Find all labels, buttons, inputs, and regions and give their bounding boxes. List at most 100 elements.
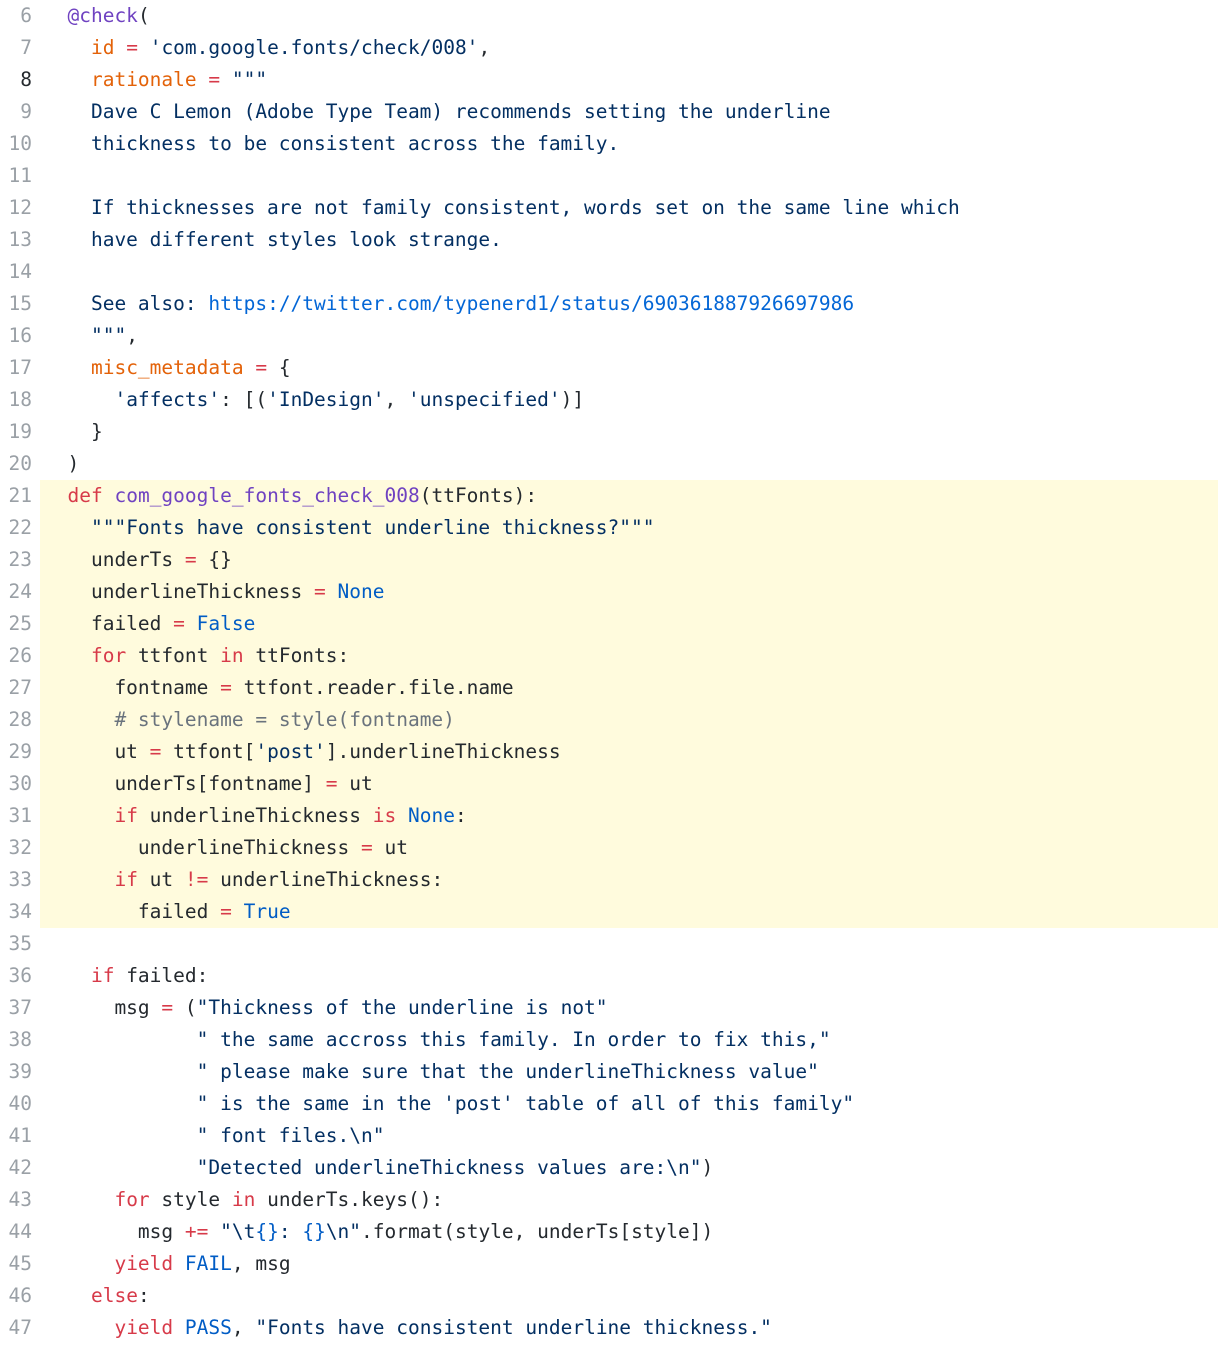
code-line[interactable]: 24 underlineThickness = None	[0, 576, 1218, 608]
code-text[interactable]: fontname = ttfont.reader.file.name	[44, 672, 513, 704]
code-line[interactable]: 34 failed = True	[0, 896, 1218, 928]
line-number[interactable]: 16	[0, 320, 32, 352]
code-text[interactable]: " the same accross this family. In order…	[44, 1024, 831, 1056]
line-number[interactable]: 19	[0, 416, 32, 448]
code-line[interactable]: 30 underTs[fontname] = ut	[0, 768, 1218, 800]
code-text[interactable]: id = 'com.google.fonts/check/008',	[44, 32, 490, 64]
code-line[interactable]: 37 msg = ("Thickness of the underline is…	[0, 992, 1218, 1024]
code-text[interactable]: msg += "\t{}: {}\n".format(style, underT…	[44, 1216, 713, 1248]
code-line[interactable]: 38 " the same accross this family. In or…	[0, 1024, 1218, 1056]
code-line[interactable]: 31 if underlineThickness is None:	[0, 800, 1218, 832]
code-text[interactable]: 'affects': [('InDesign', 'unspecified')]	[44, 384, 584, 416]
code-line[interactable]: 28 # stylename = style(fontname)	[0, 704, 1218, 736]
code-line[interactable]: 45 yield FAIL, msg	[0, 1248, 1218, 1280]
code-text[interactable]: " is the same in the 'post' table of all…	[44, 1088, 854, 1120]
line-number[interactable]: 43	[0, 1184, 32, 1216]
code-text[interactable]: underlineThickness = ut	[44, 832, 408, 864]
line-number[interactable]: 11	[0, 160, 32, 192]
code-line[interactable]: 42 "Detected underlineThickness values a…	[0, 1152, 1218, 1184]
line-number[interactable]: 39	[0, 1056, 32, 1088]
line-number[interactable]: 30	[0, 768, 32, 800]
code-text[interactable]: rationale = """	[44, 64, 267, 96]
line-number[interactable]: 40	[0, 1088, 32, 1120]
code-text[interactable]: have different styles look strange.	[44, 224, 502, 256]
line-number[interactable]: 34	[0, 896, 32, 928]
code-line[interactable]: 40 " is the same in the 'post' table of …	[0, 1088, 1218, 1120]
line-number[interactable]: 31	[0, 800, 32, 832]
code-line[interactable]: 13 have different styles look strange.	[0, 224, 1218, 256]
line-number[interactable]: 38	[0, 1024, 32, 1056]
line-number[interactable]: 29	[0, 736, 32, 768]
code-line[interactable]: 46 else:	[0, 1280, 1218, 1312]
code-line[interactable]: 39 " please make sure that the underline…	[0, 1056, 1218, 1088]
code-line[interactable]: 29 ut = ttfont['post'].underlineThicknes…	[0, 736, 1218, 768]
code-line[interactable]: 15 See also: https://twitter.com/typener…	[0, 288, 1218, 320]
code-line[interactable]: 23 underTs = {}	[0, 544, 1218, 576]
code-text[interactable]: " font files.\n"	[44, 1120, 385, 1152]
code-line[interactable]: 19 }	[0, 416, 1218, 448]
line-number[interactable]: 15	[0, 288, 32, 320]
line-number[interactable]: 27	[0, 672, 32, 704]
line-number[interactable]: 14	[0, 256, 32, 288]
line-number[interactable]: 26	[0, 640, 32, 672]
line-number[interactable]: 24	[0, 576, 32, 608]
code-line[interactable]: 25 failed = False	[0, 608, 1218, 640]
line-number[interactable]: 21	[0, 480, 32, 512]
line-number[interactable]: 7	[0, 32, 32, 64]
code-line[interactable]: 47 yield PASS, "Fonts have consistent un…	[0, 1312, 1218, 1344]
line-number[interactable]: 36	[0, 960, 32, 992]
code-line[interactable]: 8 rationale = """	[0, 64, 1218, 96]
line-number[interactable]: 46	[0, 1280, 32, 1312]
code-text[interactable]: If thicknesses are not family consistent…	[44, 192, 960, 224]
code-line[interactable]: 16 """,	[0, 320, 1218, 352]
code-editor[interactable]: 6 @check(7 id = 'com.google.fonts/check/…	[0, 0, 1218, 1348]
code-text[interactable]: underTs[fontname] = ut	[44, 768, 372, 800]
code-text[interactable]: failed = True	[44, 896, 291, 928]
code-line[interactable]: 17 misc_metadata = {	[0, 352, 1218, 384]
code-text[interactable]: failed = False	[44, 608, 255, 640]
line-number[interactable]: 42	[0, 1152, 32, 1184]
line-number[interactable]: 35	[0, 928, 32, 960]
code-text[interactable]: # stylename = style(fontname)	[44, 704, 454, 736]
line-number[interactable]: 33	[0, 864, 32, 896]
code-text[interactable]: underlineThickness = None	[44, 576, 385, 608]
code-line[interactable]: 21 def com_google_fonts_check_008(ttFont…	[0, 480, 1218, 512]
code-text[interactable]: misc_metadata = {	[44, 352, 291, 384]
code-line[interactable]: 7 id = 'com.google.fonts/check/008',	[0, 32, 1218, 64]
line-number[interactable]: 8	[0, 64, 32, 96]
code-line[interactable]: 27 fontname = ttfont.reader.file.name	[0, 672, 1218, 704]
code-text[interactable]: yield PASS, "Fonts have consistent under…	[44, 1312, 771, 1344]
line-number[interactable]: 32	[0, 832, 32, 864]
code-line[interactable]: 11	[0, 160, 1218, 192]
code-text[interactable]: thickness to be consistent across the fa…	[44, 128, 619, 160]
line-number[interactable]: 18	[0, 384, 32, 416]
code-text[interactable]: @check(	[44, 0, 149, 32]
code-text[interactable]: Dave C Lemon (Adobe Type Team) recommend…	[44, 96, 831, 128]
code-line[interactable]: 33 if ut != underlineThickness:	[0, 864, 1218, 896]
line-number[interactable]: 9	[0, 96, 32, 128]
line-number[interactable]: 41	[0, 1120, 32, 1152]
code-text[interactable]: ut = ttfont['post'].underlineThickness	[44, 736, 560, 768]
code-text[interactable]: if ut != underlineThickness:	[44, 864, 443, 896]
code-text[interactable]: """,	[44, 320, 138, 352]
code-text[interactable]: else:	[44, 1280, 150, 1312]
code-text[interactable]: msg = ("Thickness of the underline is no…	[44, 992, 607, 1024]
line-number[interactable]: 22	[0, 512, 32, 544]
code-text[interactable]: See also: https://twitter.com/typenerd1/…	[44, 288, 854, 320]
line-number[interactable]: 25	[0, 608, 32, 640]
code-line[interactable]: 32 underlineThickness = ut	[0, 832, 1218, 864]
code-text[interactable]: if failed:	[44, 960, 208, 992]
code-text[interactable]: for ttfont in ttFonts:	[44, 640, 349, 672]
line-number[interactable]: 17	[0, 352, 32, 384]
line-number[interactable]: 28	[0, 704, 32, 736]
code-line[interactable]: 6 @check(	[0, 0, 1218, 32]
code-line[interactable]: 22 """Fonts have consistent underline th…	[0, 512, 1218, 544]
code-line[interactable]: 20 )	[0, 448, 1218, 480]
code-line[interactable]: 36 if failed:	[0, 960, 1218, 992]
line-number[interactable]: 10	[0, 128, 32, 160]
code-line[interactable]: 26 for ttfont in ttFonts:	[0, 640, 1218, 672]
code-line[interactable]: 9 Dave C Lemon (Adobe Type Team) recomme…	[0, 96, 1218, 128]
code-text[interactable]: yield FAIL, msg	[44, 1248, 290, 1280]
line-number[interactable]: 44	[0, 1216, 32, 1248]
code-line[interactable]: 35	[0, 928, 1218, 960]
